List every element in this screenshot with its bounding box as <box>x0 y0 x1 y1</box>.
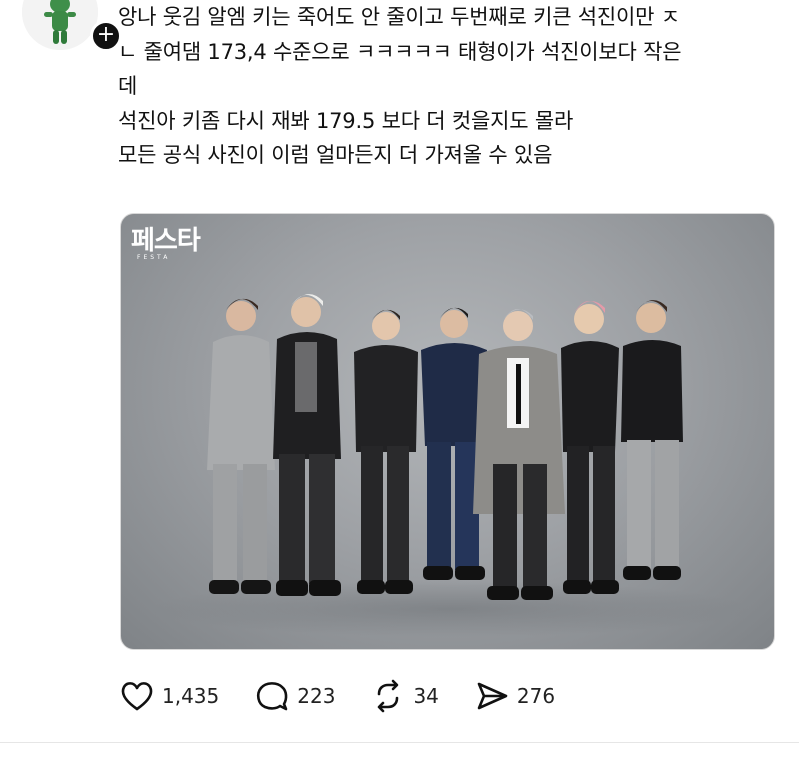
like-count: 1,435 <box>162 684 220 708</box>
send-icon <box>477 682 508 710</box>
post-text: 앙나 웃김 알엠 키는 죽어도 안 줄이고 두번째로 키큰 석진이만 ㅈ ㄴ 줄… <box>118 0 778 173</box>
avatar[interactable] <box>22 0 98 50</box>
heart-icon <box>121 682 153 711</box>
reply-count: 223 <box>297 684 336 708</box>
festa-logo-subtitle: FESTA <box>137 254 171 261</box>
like-button[interactable]: 1,435 <box>118 677 219 715</box>
post-text-line: 석진아 키좀 다시 재봐 179.5 보다 더 컷을지도 몰라 <box>118 108 574 133</box>
post-card: + 앙나 웃김 알엠 키는 죽어도 안 줄이고 두번째로 키큰 석진이만 ㅈ ㄴ… <box>0 0 799 768</box>
repost-count: 34 <box>413 684 439 708</box>
share-button[interactable]: 276 <box>473 677 555 715</box>
repost-icon <box>378 679 399 713</box>
post-text-line: 모든 공식 사진이 이럼 얼마든지 더 가져올 수 있음 <box>118 143 553 167</box>
share-count: 276 <box>516 684 556 708</box>
group-photo-illustration <box>151 294 751 637</box>
post-image[interactable]: 페스타 FESTA <box>120 213 775 650</box>
reply-button[interactable]: 223 <box>253 677 335 715</box>
action-bar: 1,435 223 34 276 <box>118 676 589 716</box>
post-text-line: ㄴ 줄여댐 173,4 수준으로 ㅋㅋㅋㅋㅋ 태형이가 석진이보다 작은 <box>118 39 682 64</box>
avatar-container: + <box>22 0 122 52</box>
post-text-line: 앙나 웃김 알엠 키는 죽어도 안 줄이고 두번째로 키큰 석진이만 ㅈ <box>118 5 680 29</box>
repost-button[interactable]: 34 <box>369 677 439 715</box>
speech-bubble-icon <box>257 682 288 711</box>
divider <box>0 742 799 743</box>
festa-logo: 페스타 <box>131 226 201 256</box>
post-text-line: 데 <box>118 74 138 98</box>
character-figure-icon <box>22 0 98 50</box>
